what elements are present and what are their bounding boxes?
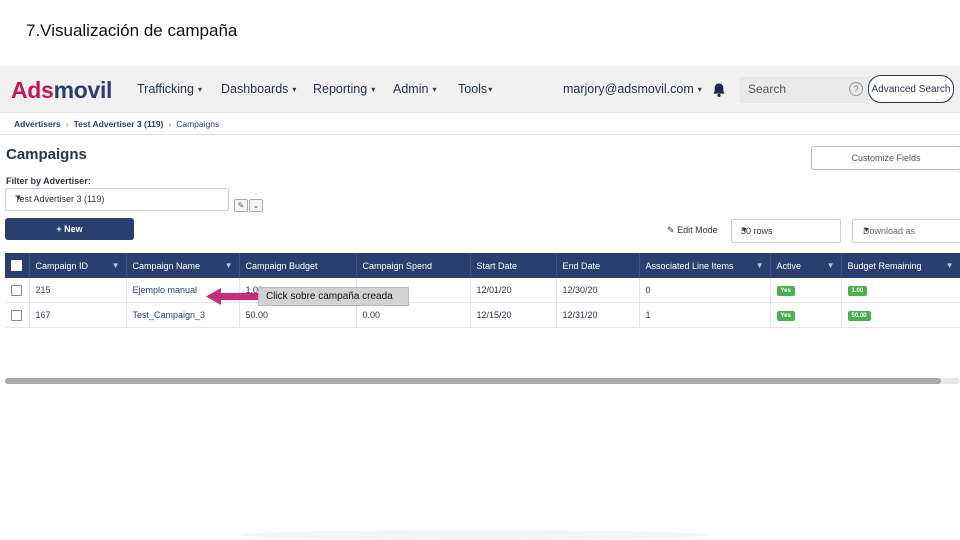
dropdown-arrow-icon: ▼ [15, 195, 22, 202]
top-navigation-bar: Adsmovil Trafficking ▾ Dashboards ▾ Report… [0, 66, 960, 113]
chevron-down-icon: ▾ [292, 85, 297, 94]
budget-remaining-badge: 1.00 [847, 286, 868, 296]
campaigns-table: Campaign ID ▼ Campaign Name ▼ Campaign Bud… [5, 253, 960, 328]
col-active[interactable]: Active ▼ [770, 253, 842, 278]
filter-icon[interactable]: ▼ [225, 261, 233, 270]
user-menu[interactable]: marjory@adsmovil.com ▾ [563, 82, 702, 96]
end-date: 12/30/20 [556, 278, 640, 303]
filter-label: Filter by Advertiser: [6, 176, 91, 186]
end-date: 12/31/20 [556, 302, 640, 328]
filter-icon[interactable]: ▼ [827, 261, 835, 270]
chevron-right-icon: › [65, 119, 69, 129]
breadcrumb-campaigns: Campaigns [176, 119, 220, 129]
breadcrumb-advertisers[interactable]: Advertisers [14, 119, 61, 129]
campaign-spend: 0.00 [356, 302, 471, 328]
breadcrumb-advertiser[interactable]: Test Advertiser 3 (119) [74, 119, 164, 129]
active-cell: Yes [770, 302, 842, 328]
filter-icon[interactable]: ▼ [946, 261, 954, 270]
col-start-date[interactable]: Start Date [470, 253, 557, 278]
annotation-arrow-icon [206, 288, 258, 305]
nav-trafficking[interactable]: Trafficking ▾ [137, 82, 202, 96]
chevron-down-icon[interactable]: ⌄ [249, 199, 263, 212]
associated-line-items: 0 [639, 278, 771, 303]
campaign-id-link[interactable]: 167 [29, 302, 127, 328]
annotation-callout: Click sobre campaña creada [258, 287, 409, 306]
associated-line-items: 1 [639, 302, 771, 328]
budget-remaining-cell: 1.00 [841, 278, 960, 303]
row-checkbox[interactable] [5, 302, 30, 328]
chevron-right-icon: › [168, 119, 172, 129]
search-box: ? [740, 77, 868, 103]
chevron-down-icon: ▾ [197, 85, 202, 94]
table-row[interactable]: 167 Test_Campaign_3 50.00 0.00 12/15/20 … [5, 302, 960, 328]
col-end-date[interactable]: End Date [556, 253, 640, 278]
chevron-down-icon: ▾ [432, 85, 437, 94]
col-campaign-name[interactable]: Campaign Name ▼ [126, 253, 240, 278]
dropdown-arrow-icon: ▼ [863, 227, 870, 234]
select-all-checkbox[interactable] [5, 253, 30, 278]
filter-icon[interactable]: ▼ [756, 261, 764, 270]
start-date: 12/01/20 [470, 278, 557, 303]
table-header-row: Campaign ID ▼ Campaign Name ▼ Campaign Bud… [5, 253, 960, 278]
bottom-shadow [240, 530, 710, 540]
col-associated-line-items[interactable]: Associated Line Items ▼ [639, 253, 771, 278]
search-input[interactable] [741, 78, 851, 100]
nav-admin[interactable]: Admin ▾ [393, 82, 436, 96]
active-status-badge: Yes [776, 286, 795, 296]
horizontal-scrollbar-thumb[interactable] [5, 378, 941, 384]
nav-dashboards[interactable]: Dashboards ▾ [221, 82, 296, 96]
customize-fields-button[interactable]: Customize Fields [811, 146, 960, 170]
col-campaign-budget[interactable]: Campaign Budget [239, 253, 357, 278]
rows-per-page-select[interactable]: 50 rows ▼ [731, 219, 841, 243]
col-campaign-spend[interactable]: Campaign Spend [356, 253, 471, 278]
col-campaign-id[interactable]: Campaign ID ▼ [29, 253, 127, 278]
edit-pencil-icon[interactable]: ✎ [234, 199, 248, 212]
table-row[interactable]: 215 Ejemplo manual 1.00 12/01/20 12/30/2… [5, 278, 960, 303]
active-status-badge: Yes [776, 311, 795, 321]
header-divider [0, 134, 960, 135]
slide-title: 7.Visualización de campaña [26, 21, 238, 40]
budget-remaining-badge: 50.00 [847, 311, 871, 321]
start-date: 12/15/20 [470, 302, 557, 328]
budget-remaining-cell: 50.00 [841, 302, 960, 328]
campaign-budget: 50.00 [239, 302, 357, 328]
campaign-name-link[interactable]: Test_Campaign_3 [126, 302, 240, 328]
chevron-down-icon: ▾ [488, 85, 493, 94]
nav-reporting[interactable]: Reporting ▾ [313, 82, 375, 96]
nav-tools[interactable]: Tools▾ [458, 82, 492, 96]
breadcrumb: Advertisers › Test Advertiser 3 (119) › Camp… [14, 119, 219, 129]
active-cell: Yes [770, 278, 842, 303]
pencil-icon: ✎ [667, 225, 675, 235]
download-as-select[interactable]: Download as ▼ [852, 219, 960, 243]
edit-mode-toggle[interactable]: ✎ Edit Mode [667, 225, 718, 236]
new-campaign-button[interactable]: + New [5, 218, 134, 240]
col-budget-remaining[interactable]: Budget Remaining ▼ [841, 253, 960, 278]
adsmovil-logo[interactable]: Adsmovil [11, 77, 112, 104]
chevron-down-icon: ▾ [697, 85, 702, 94]
chevron-down-icon: ▾ [371, 85, 376, 94]
dropdown-arrow-icon: ▼ [741, 227, 748, 234]
advanced-search-button[interactable]: Advanced Search [868, 75, 954, 103]
advertiser-filter-select[interactable]: Test Advertiser 3 (119) ▼ [5, 188, 229, 211]
page-title: Campaigns [6, 146, 87, 163]
campaign-id-link[interactable]: 215 [29, 278, 127, 303]
filter-icon[interactable]: ▼ [112, 261, 120, 270]
notification-bell-icon[interactable] [711, 82, 727, 98]
row-checkbox[interactable] [5, 278, 30, 303]
help-icon[interactable]: ? [849, 82, 863, 96]
